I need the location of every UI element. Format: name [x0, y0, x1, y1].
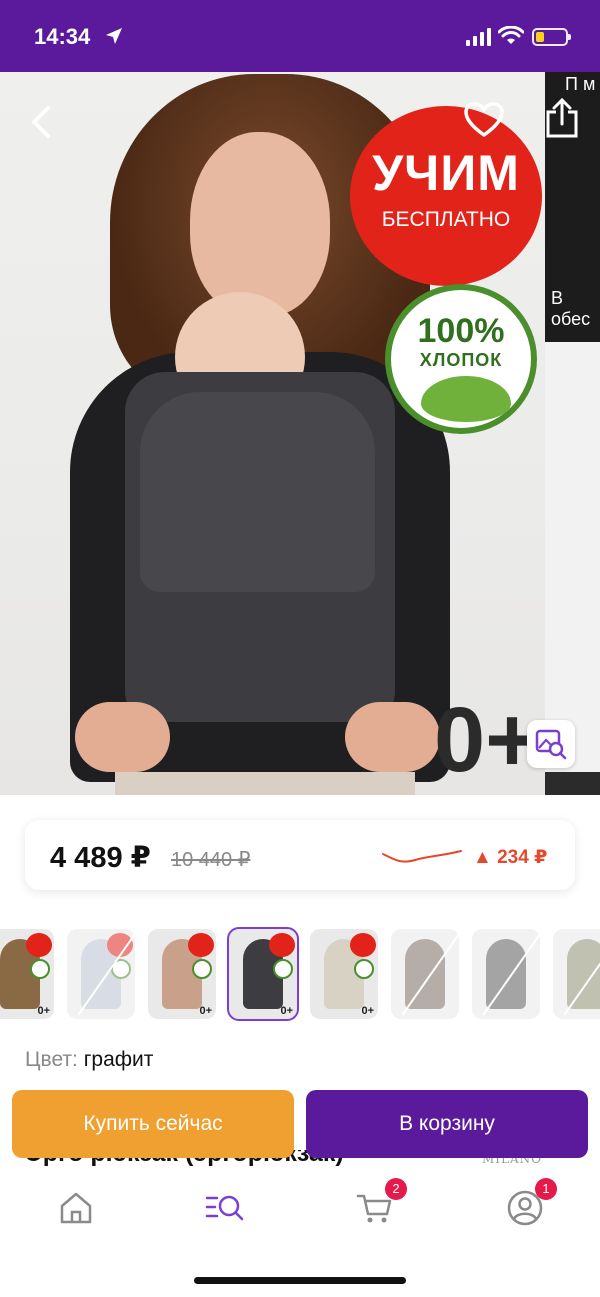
battery-icon — [532, 28, 571, 46]
cotton-badge: 100% ХЛОПОК — [385, 284, 537, 434]
wifi-icon — [498, 26, 524, 44]
add-to-cart-button[interactable]: В корзину — [306, 1090, 588, 1158]
price-card[interactable]: 4 489 ₽ 10 440 ₽ ▲ 234 ₽ — [25, 820, 575, 890]
back-chevron-icon[interactable] — [26, 102, 56, 142]
thumbnail-age-label: 0+ — [361, 1005, 374, 1017]
next-photo-bottom-strip — [545, 772, 600, 795]
thumbnail-promo-badge — [26, 933, 52, 957]
thumbnail-promo-badge — [188, 933, 214, 957]
old-price: 10 440 ₽ — [171, 849, 251, 871]
age-label: 0+ — [434, 689, 539, 791]
thumbnail-promo-badge — [350, 933, 376, 957]
product-image-gallery[interactable]: УЧИМ БЕСПЛАТНО 100% ХЛОПОК 0+ П м В обес — [0, 72, 600, 795]
price-change: ▲ 234 ₽ — [473, 847, 548, 868]
tab-cart[interactable]: 2 — [355, 1178, 407, 1228]
favorite-heart-icon[interactable] — [464, 102, 504, 138]
current-price: 4 489 ₽ — [50, 842, 151, 874]
thumbnail-product — [567, 939, 600, 1009]
thumbnail-age-label: 0+ — [37, 1005, 50, 1017]
catalog-search-icon — [205, 1195, 244, 1221]
profile-badge: 1 — [535, 1178, 557, 1200]
color-thumbnail[interactable] — [391, 929, 459, 1019]
model-face — [190, 132, 330, 317]
status-time: 14:34 — [34, 24, 91, 49]
promo-badge-main: УЧИМ — [372, 145, 520, 201]
carrier-hood — [140, 392, 375, 592]
tab-profile[interactable]: 1 — [505, 1178, 557, 1228]
cart-badge: 2 — [385, 1178, 407, 1200]
promo-badge: УЧИМ БЕСПЛАТНО — [350, 106, 542, 286]
cotton-badge-percent: 100% — [417, 312, 505, 350]
cellular-signal-icon — [466, 28, 491, 46]
next-photo-text-bottom: В обес — [551, 288, 591, 329]
product-photo[interactable]: УЧИМ БЕСПЛАТНО 100% ХЛОПОК 0+ — [0, 72, 545, 795]
home-icon — [60, 1192, 92, 1224]
image-search-icon — [535, 729, 567, 760]
home-indicator — [194, 1277, 406, 1284]
location-arrow-icon — [106, 28, 122, 44]
cotton-badge-label: ХЛОПОК — [419, 350, 503, 370]
model-hand-right — [345, 702, 440, 772]
color-thumbnail[interactable] — [472, 929, 540, 1019]
leaf-icon — [421, 376, 511, 422]
tab-home[interactable] — [56, 1188, 96, 1228]
color-thumbnail[interactable]: 0+ — [310, 929, 378, 1019]
visual-search-button[interactable] — [527, 720, 575, 768]
promo-badge-sub: БЕСПЛАТНО — [381, 208, 511, 231]
share-icon[interactable] — [544, 98, 580, 138]
color-thumbnail[interactable] — [67, 929, 135, 1019]
model-legs — [115, 772, 415, 795]
color-thumbnail[interactable]: 0+ — [0, 929, 54, 1019]
color-thumbnail[interactable] — [553, 929, 600, 1019]
thumbnail-cotton-badge — [273, 959, 293, 979]
color-value: графит — [83, 1048, 154, 1071]
next-photo-text-top: П м — [565, 74, 596, 94]
buy-now-button[interactable]: Купить сейчас — [12, 1090, 294, 1158]
status-bar: 14:34 — [0, 0, 600, 72]
color-thumbnail[interactable]: 0+ — [227, 927, 299, 1021]
color-thumbnails[interactable]: 0+ 0+ 0+ 0+ — [0, 927, 600, 1023]
model-hand-left — [75, 702, 170, 772]
tab-catalog[interactable] — [205, 1188, 245, 1228]
thumbnail-cotton-badge — [354, 959, 374, 979]
thumbnail-age-label: 0+ — [280, 1005, 293, 1017]
thumbnail-promo-badge — [269, 933, 295, 957]
thumbnail-age-label: 0+ — [199, 1005, 212, 1017]
next-product-photo[interactable]: П м В обес — [545, 72, 600, 795]
color-label: Цвет: — [25, 1048, 78, 1071]
color-selection: Цвет: графит — [25, 1048, 153, 1072]
thumbnail-cotton-badge — [30, 959, 50, 979]
color-thumbnail[interactable]: 0+ — [148, 929, 216, 1019]
thumbnail-cotton-badge — [192, 959, 212, 979]
price-trend-sparkline — [382, 850, 462, 863]
